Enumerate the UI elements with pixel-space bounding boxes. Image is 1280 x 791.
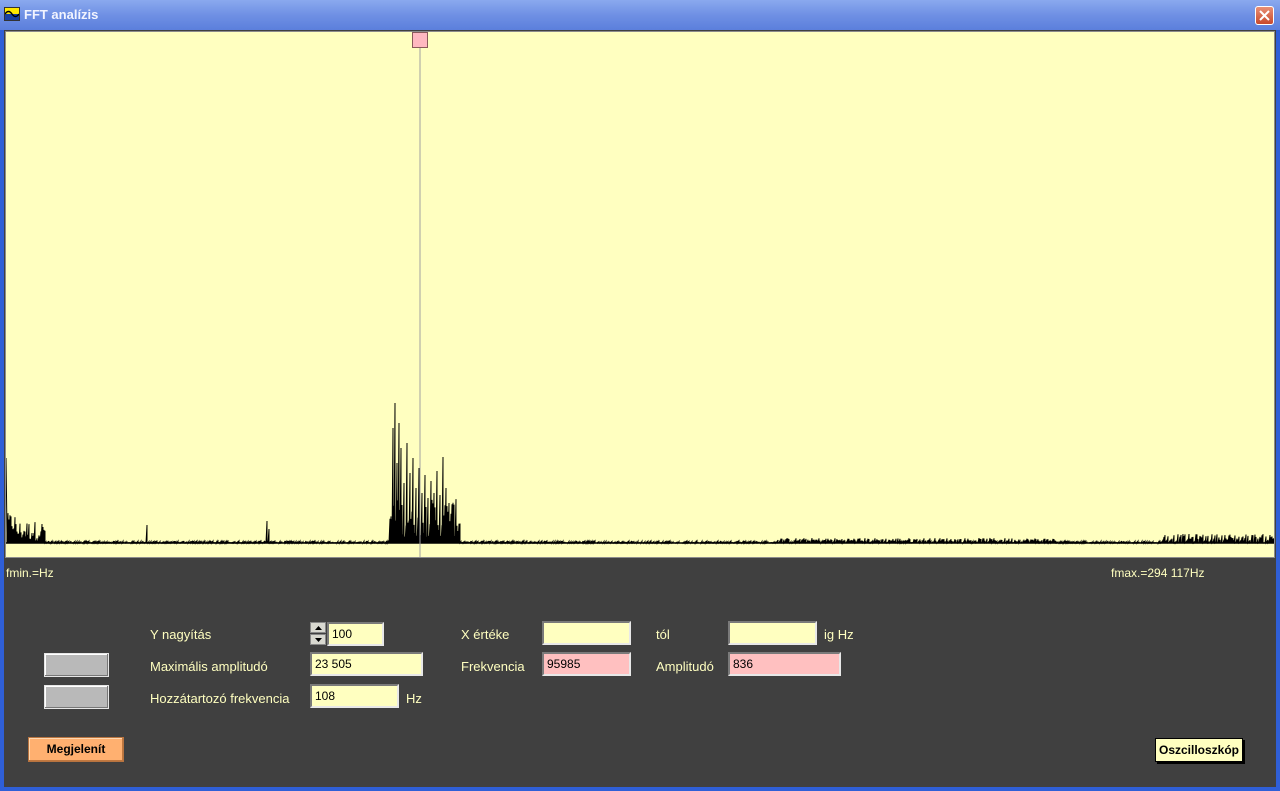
frequency-readout[interactable]: [542, 652, 631, 676]
y-zoom-label: Y nagyítás: [150, 627, 212, 642]
fft-window: FFT analízis fmin.=Hz fmax.=294 117Hz Y …: [0, 0, 1280, 791]
title-bar[interactable]: FFT analízis: [0, 0, 1280, 30]
frequency-label: Frekvencia: [461, 659, 525, 674]
assoc-frequency-unit: Hz: [406, 691, 422, 706]
frequency-cursor-handle[interactable]: [412, 32, 428, 48]
assoc-frequency-label: Hozzátartozó frekvencia: [150, 691, 290, 706]
from-input[interactable]: [728, 621, 817, 645]
max-amplitude-label: Maximális amplitudó: [150, 659, 268, 674]
arrow-up-icon: [315, 626, 322, 630]
y-zoom-input[interactable]: [327, 622, 384, 646]
blank-button-2[interactable]: [44, 685, 109, 709]
window-border-bottom: [0, 787, 1280, 791]
close-icon: [1259, 10, 1270, 21]
fmax-label: fmax.=294 117Hz: [1111, 566, 1205, 580]
oscilloscope-button[interactable]: Oszcilloszkóp: [1155, 738, 1243, 762]
window-border-right: [1276, 30, 1280, 791]
window-title: FFT analízis: [24, 7, 99, 22]
assoc-frequency-field[interactable]: [310, 684, 399, 708]
spin-down-button[interactable]: [310, 634, 326, 645]
x-value-label: X értéke: [461, 627, 510, 642]
y-zoom-spinner[interactable]: [310, 622, 326, 646]
show-button[interactable]: Megjelenít: [28, 737, 124, 762]
spin-up-button[interactable]: [310, 622, 326, 633]
amplitude-readout[interactable]: [728, 652, 841, 676]
close-button[interactable]: [1255, 6, 1274, 25]
spectrum-trace: [6, 402, 1274, 545]
amplitude-label: Amplitudó: [656, 659, 714, 674]
max-amplitude-field[interactable]: [310, 652, 423, 676]
window-border-left: [0, 30, 4, 791]
fft-spectrum-plot[interactable]: [5, 31, 1275, 558]
x-value-input[interactable]: [542, 621, 631, 645]
wave-icon: [4, 7, 20, 21]
spectrum-graph: [6, 32, 1274, 557]
arrow-down-icon: [315, 638, 322, 642]
from-label: tól: [656, 627, 670, 642]
fmin-label: fmin.=Hz: [6, 566, 54, 580]
to-hz-label: ig Hz: [824, 627, 854, 642]
blank-button-1[interactable]: [44, 653, 109, 677]
